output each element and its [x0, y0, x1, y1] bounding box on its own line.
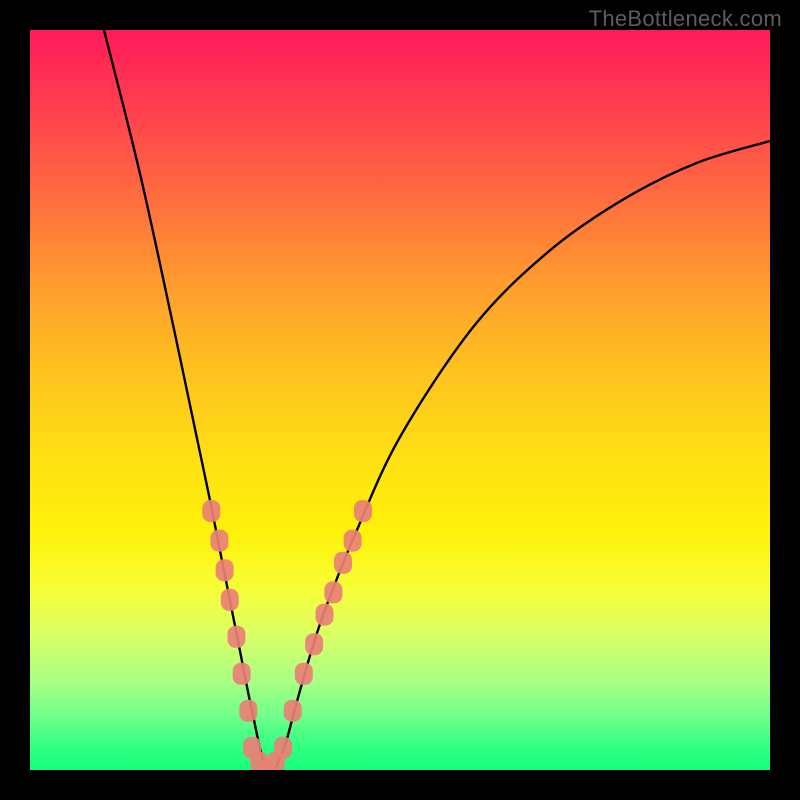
- data-point: [334, 552, 352, 574]
- data-point: [216, 559, 234, 581]
- data-point: [305, 633, 323, 655]
- data-points-bottom: [243, 737, 292, 770]
- watermark-text: TheBottleneck.com: [589, 6, 782, 32]
- data-point: [239, 700, 257, 722]
- data-points-left-arm: [202, 500, 257, 722]
- data-point: [227, 626, 245, 648]
- data-point: [324, 581, 342, 603]
- data-point: [284, 700, 302, 722]
- data-point: [316, 604, 334, 626]
- bottleneck-curve: [104, 30, 770, 770]
- data-points-right-arm: [284, 500, 372, 722]
- data-point: [221, 589, 239, 611]
- data-point: [354, 500, 372, 522]
- data-point: [344, 530, 362, 552]
- data-point: [274, 737, 292, 759]
- chart-frame: TheBottleneck.com: [0, 0, 800, 800]
- data-point: [202, 500, 220, 522]
- data-point: [210, 530, 228, 552]
- plot-area: [30, 30, 770, 770]
- data-point: [233, 663, 251, 685]
- data-point: [295, 663, 313, 685]
- chart-svg: [30, 30, 770, 770]
